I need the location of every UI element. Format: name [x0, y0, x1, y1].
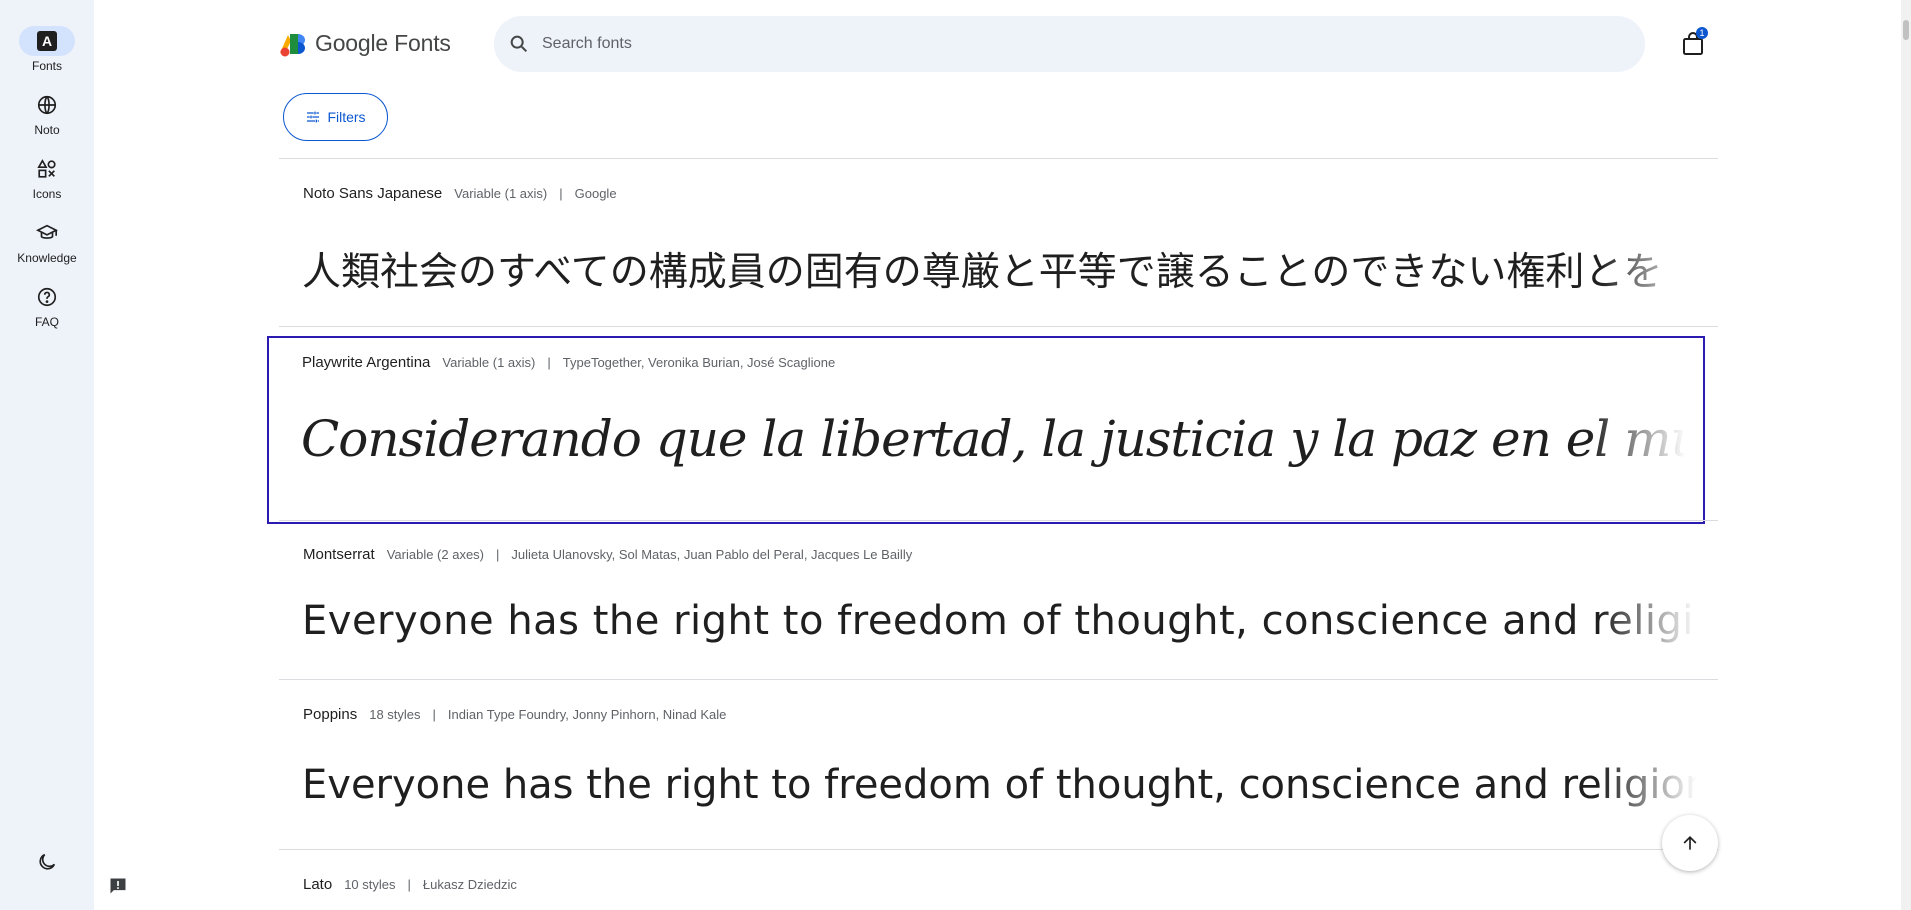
separator: | — [547, 355, 551, 370]
font-family-name: Montserrat — [303, 546, 375, 563]
rail-item-label: FAQ — [34, 315, 59, 329]
dark-mode-icon[interactable] — [36, 851, 58, 878]
font-sample-text: Considerando que la libertad, la justici… — [301, 410, 1686, 468]
font-card-montserrat[interactable]: Montserrat Variable (2 axes) | Julieta U… — [279, 528, 1718, 679]
rail-item-label: Noto — [34, 123, 60, 137]
arrow-up-icon — [1683, 835, 1697, 850]
scroll-to-top-button[interactable] — [1662, 815, 1718, 871]
font-styles: 10 styles — [344, 877, 396, 892]
rail-item-knowledge[interactable]: Knowledge — [0, 218, 94, 265]
tune-icon — [307, 111, 320, 123]
separator: | — [432, 707, 436, 722]
separator: | — [496, 547, 500, 562]
search-input[interactable] — [542, 35, 1542, 53]
font-styles: Variable (2 axes) — [386, 547, 485, 562]
font-card-poppins[interactable]: Poppins 18 styles | Indian Type Foundry,… — [279, 680, 1718, 849]
font-designers: Indian Type Foundry, Jonny Pinhorn, Nina… — [447, 707, 727, 722]
font-family-name: Noto Sans Japanese — [303, 185, 443, 202]
cart-count-badge: 1 — [1696, 27, 1708, 39]
font-family-name: Playwrite Argentina — [302, 354, 431, 371]
rail-item-fonts[interactable]: A Fonts — [0, 26, 94, 73]
font-styles: 18 styles — [369, 707, 421, 722]
school-icon — [19, 218, 75, 248]
rail-item-label: Icons — [32, 187, 62, 201]
font-sample-text: Everyone has the right to freedom of tho… — [302, 762, 1697, 808]
font-designers: Julieta Ulanovsky, Sol Matas, Juan Pablo… — [511, 547, 913, 562]
font-card-lato[interactable]: Lato 10 styles | Łukasz Dziedzic — [279, 850, 1718, 910]
rail-item-label: Knowledge — [17, 251, 77, 265]
font-sample-text: 人類社会のすべての構成員の固有の尊厳と平等で譲ることのできない権利とを — [302, 250, 1663, 295]
shapes-icon — [19, 154, 75, 184]
rail-item-label: Fonts — [31, 59, 62, 73]
fonts-icon: A — [19, 26, 75, 56]
logo-icon — [280, 33, 305, 56]
rail-item-noto[interactable]: Noto — [0, 90, 94, 137]
separator: | — [407, 877, 411, 892]
rail-item-faq[interactable]: FAQ — [0, 282, 94, 329]
font-styles: Variable (1 axis) — [442, 355, 536, 370]
font-card-noto-sans-japanese[interactable]: Noto Sans Japanese Variable (1 axis) | G… — [279, 159, 1718, 326]
cart-button[interactable]: 1 — [1680, 27, 1708, 56]
scrollbar-thumb[interactable] — [1903, 20, 1909, 40]
search-bar[interactable] — [494, 16, 1645, 72]
feedback-icon[interactable] — [108, 876, 128, 896]
help-icon — [19, 282, 75, 312]
font-card-playwrite-argentina[interactable]: Playwrite Argentina Variable (1 axis) | … — [267, 336, 1705, 524]
font-designers: Google — [574, 186, 617, 201]
rail-item-icons[interactable]: Icons — [0, 154, 94, 201]
font-family-name: Poppins — [303, 706, 358, 723]
font-sample-text: Everyone has the right to freedom of tho… — [302, 598, 1697, 644]
font-designers: TypeTogether, Veronika Burian, José Scag… — [562, 355, 836, 370]
search-icon — [508, 33, 530, 55]
scrollbar[interactable] — [1901, 0, 1911, 910]
logo-text: Google Fonts — [315, 30, 451, 56]
filters-button[interactable]: Filters — [283, 93, 388, 141]
divider — [279, 520, 1718, 521]
globe-icon — [19, 90, 75, 120]
google-fonts-logo[interactable]: Google Fonts — [279, 30, 451, 57]
nav-rail: A Fonts Noto Icons Knowledge FAQ — [0, 0, 94, 910]
font-family-name: Lato — [303, 876, 333, 893]
divider — [279, 326, 1718, 327]
font-designers: Łukasz Dziedzic — [422, 877, 517, 892]
filters-label: Filters — [327, 109, 366, 125]
separator: | — [559, 186, 563, 201]
font-styles: Variable (1 axis) — [454, 186, 548, 201]
